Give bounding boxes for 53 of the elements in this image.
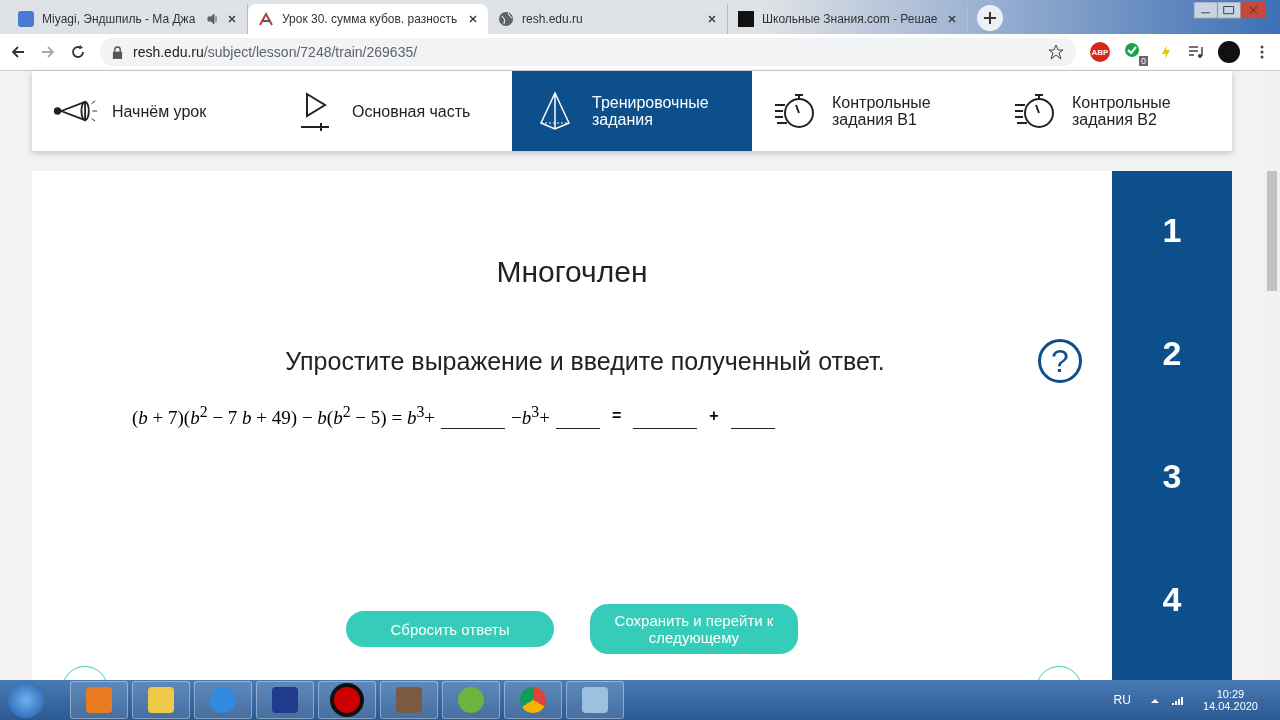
start-button[interactable] [8,682,44,718]
tab-title: Miyagi, Эндшпиль - Ма Джа [42,12,197,26]
back-icon[interactable] [10,44,26,60]
address-field[interactable]: resh.edu.ru/subject/lesson/7248/train/269635/ [100,38,1076,66]
close-icon[interactable] [947,14,957,24]
lesson-nav-tab[interactable]: Начнём урок [32,71,272,151]
playlist-icon[interactable] [1188,44,1204,60]
lock-icon [112,45,123,59]
globe-icon [498,11,514,27]
speaker-icon [207,13,219,25]
lesson-nav-tab[interactable]: Контрольные задания В1 [752,71,992,151]
logo-icon [258,11,274,27]
math-expression: (b + 7)(b$^{2}$ − 7 b + 49) − b(b$^{2}$ − 5) = b$^{3}$+ [132,403,435,430]
task-number[interactable]: 2 [1162,334,1182,373]
taskbar-app-icon[interactable] [256,681,314,719]
language-indicator[interactable]: RU [1113,693,1131,707]
reload-icon[interactable] [70,44,86,60]
lesson-nav-label: Контрольные задания В1 [832,94,932,128]
sign-text: = [610,407,623,426]
lesson-nav-label: Тренировочные задания [592,94,710,128]
task-number[interactable]: 3 [1162,457,1182,496]
avatar[interactable] [1218,41,1240,63]
lesson-nav-label: Контрольные задания В2 [1072,94,1172,128]
clock-date: 14.04.2020 [1202,700,1258,712]
task-title: Многочлен [496,255,648,289]
lesson-nav-tab[interactable]: Тренировочные задания [512,71,752,151]
clock-time: 10:29 [1216,688,1245,700]
new-tab-button[interactable] [976,4,1004,32]
badge-count: 0 [1139,56,1148,66]
task-instruction: Упростите выражение и введите полученный ответ. [284,346,886,376]
url-text: resh.edu.ru/subject/lesson/7248/train/269635/ [133,44,418,60]
close-icon[interactable] [707,14,717,24]
star-icon[interactable] [1048,44,1064,60]
adblock-button[interactable]: ABP [1090,42,1110,62]
chat-icon [18,11,34,27]
tab-title: resh.edu.ru [522,12,584,26]
lesson-nav-tab[interactable]: Контрольные задания В2 [992,71,1232,151]
taskbar-app-icon[interactable] [318,681,376,719]
close-icon[interactable] [227,14,237,24]
help-button[interactable]: ? [1038,339,1082,383]
sign-text: + [708,407,720,426]
lesson-nav-label: Основная часть [352,102,471,120]
close-icon[interactable] [468,14,478,24]
tab-title: Школьные Знания.com - Решае [762,12,939,26]
logo-icon [738,11,754,27]
shield-check-icon [1124,42,1140,58]
browser-tab[interactable]: Урок 30. сумма кубов. разность [248,4,488,34]
lesson-nav-label: Начнём урок [112,102,207,120]
tab-title: Урок 30. сумма кубов. разность [282,12,459,26]
task-number[interactable]: 4 [1162,580,1182,619]
math-expression: −b$^{3}$+ [511,403,550,430]
task-number[interactable]: 1 [1162,211,1182,250]
lesson-nav-tab[interactable]: Основная часть [272,71,512,151]
